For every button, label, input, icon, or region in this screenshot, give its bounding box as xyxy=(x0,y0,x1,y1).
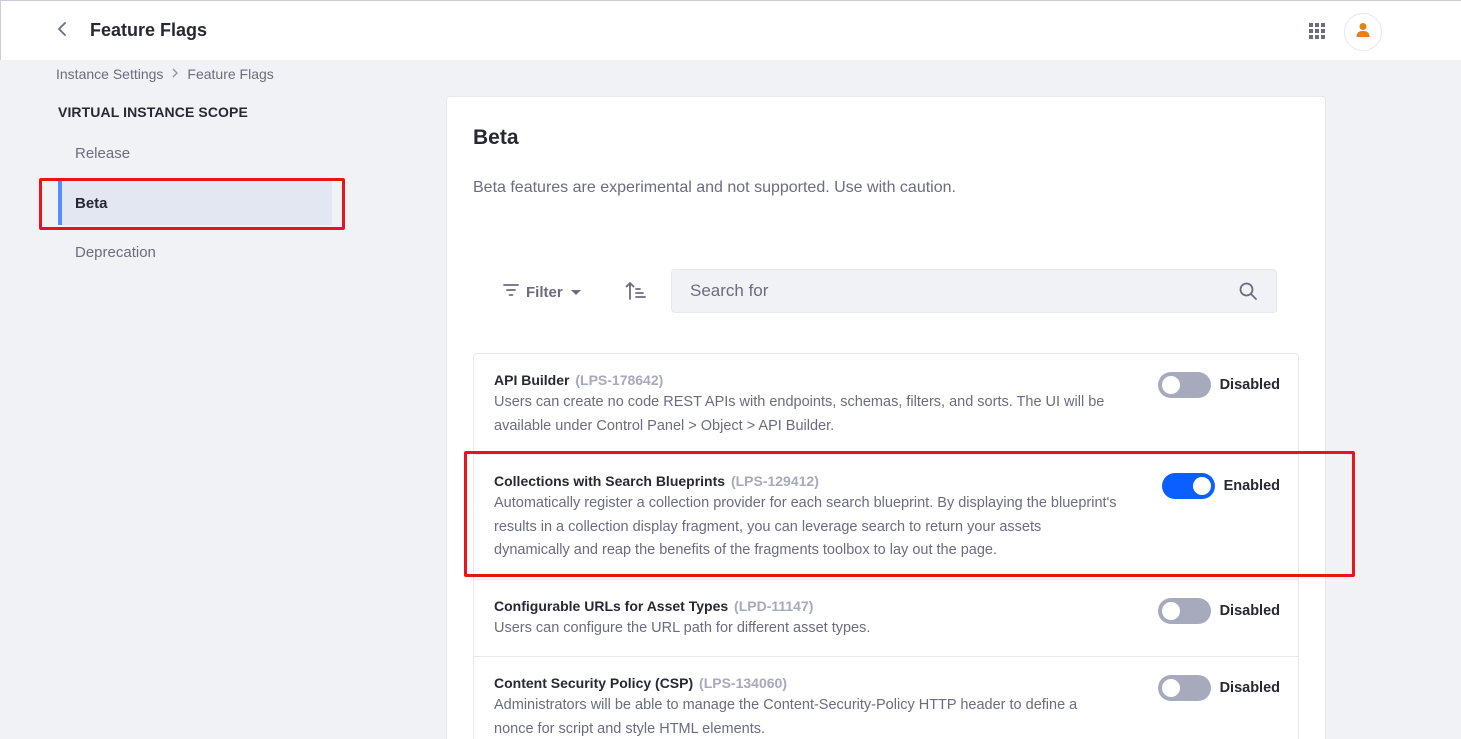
breadcrumb: Instance Settings Feature Flags xyxy=(56,66,274,82)
section-title: Beta xyxy=(473,126,519,149)
breadcrumb-item-instance-settings[interactable]: Instance Settings xyxy=(56,66,163,82)
flag-name: Configurable URLs for Asset Types xyxy=(494,597,729,614)
list-item: API Builder (LPS-178642) Users can creat… xyxy=(474,354,1298,455)
toggle-knob xyxy=(1161,601,1180,620)
toggle-status-label: Enabled xyxy=(1223,478,1280,494)
sidebar-item-label: Beta xyxy=(75,194,108,212)
flag-toggle-group: Disabled xyxy=(1157,372,1280,398)
sidebar-item-beta[interactable]: Beta xyxy=(58,181,332,225)
toggle-knob xyxy=(1161,679,1180,697)
user-icon xyxy=(1355,22,1371,43)
toggle-knob xyxy=(1192,477,1211,495)
apps-menu-button[interactable] xyxy=(1306,20,1328,42)
flag-description: Administrators will be able to manage th… xyxy=(494,697,1078,737)
flag-key: (LPS-178642) xyxy=(575,372,664,388)
flag-toggle-group: Disabled xyxy=(1157,675,1280,701)
flag-name: API Builder xyxy=(494,372,570,388)
back-button[interactable] xyxy=(51,20,73,42)
list-item: Collections with Search Blueprints (LPS-… xyxy=(474,455,1298,580)
toggle-knob xyxy=(1161,376,1180,394)
avatar[interactable] xyxy=(1344,13,1382,51)
list-item: Configurable URLs for Asset Types (LPD-1… xyxy=(474,580,1298,657)
toggle-status-label: Disabled xyxy=(1219,377,1280,393)
filter-label: Filter xyxy=(526,283,563,301)
flag-toggle-group: Disabled xyxy=(1157,597,1280,624)
chevron-right-icon xyxy=(171,67,179,81)
top-bar: Feature Flags xyxy=(0,0,1461,60)
sidebar-item-label: Deprecation xyxy=(75,243,156,261)
flag-key: (LPS-134060) xyxy=(699,675,787,691)
caret-down-icon xyxy=(570,284,582,301)
chevron-left-icon xyxy=(55,21,69,42)
search-input[interactable] xyxy=(672,270,1232,312)
flag-key: (LPS-129412) xyxy=(730,473,819,489)
flag-description: Users can create no code REST APIs with … xyxy=(494,394,1105,434)
flag-toggle[interactable] xyxy=(1161,473,1215,499)
flag-name: Collections with Search Blueprints xyxy=(494,473,726,489)
flag-toggle[interactable] xyxy=(1157,597,1211,624)
flag-toggle[interactable] xyxy=(1157,675,1211,701)
feature-flag-list: API Builder (LPS-178642) Users can creat… xyxy=(473,353,1299,739)
breadcrumb-item-feature-flags: Feature Flags xyxy=(187,66,274,82)
main-card: Beta Beta features are experimental and … xyxy=(446,96,1326,739)
section-description: Beta features are experimental and not s… xyxy=(473,179,956,196)
search-icon xyxy=(1238,282,1258,305)
filter-button[interactable]: Filter xyxy=(503,281,582,303)
page-title: Feature Flags xyxy=(90,20,208,40)
sidebar-item-deprecation[interactable]: Deprecation xyxy=(58,230,332,274)
flag-name: Content Security Policy (CSP) xyxy=(494,675,694,691)
flag-toggle[interactable] xyxy=(1157,372,1211,398)
sidebar-item-release[interactable]: Release xyxy=(58,131,332,175)
flag-description: Automatically register a collection prov… xyxy=(494,495,1117,558)
toggle-status-label: Disabled xyxy=(1219,680,1280,696)
sort-ascending-icon xyxy=(625,282,647,306)
flag-description: Users can configure the URL path for dif… xyxy=(494,619,871,636)
search-button[interactable] xyxy=(1238,281,1260,303)
flag-key: (LPD-11147) xyxy=(734,597,814,614)
flag-toggle-group: Enabled xyxy=(1161,473,1280,499)
search-field xyxy=(671,269,1277,313)
grid-icon xyxy=(1306,23,1328,46)
sort-button[interactable] xyxy=(625,280,647,302)
toggle-status-label: Disabled xyxy=(1219,602,1280,619)
filter-icon xyxy=(503,283,519,301)
list-item: Content Security Policy (CSP) (LPS-13406… xyxy=(474,657,1298,739)
scope-title: VIRTUAL INSTANCE SCOPE xyxy=(58,104,248,120)
sidebar-item-label: Release xyxy=(75,144,131,162)
